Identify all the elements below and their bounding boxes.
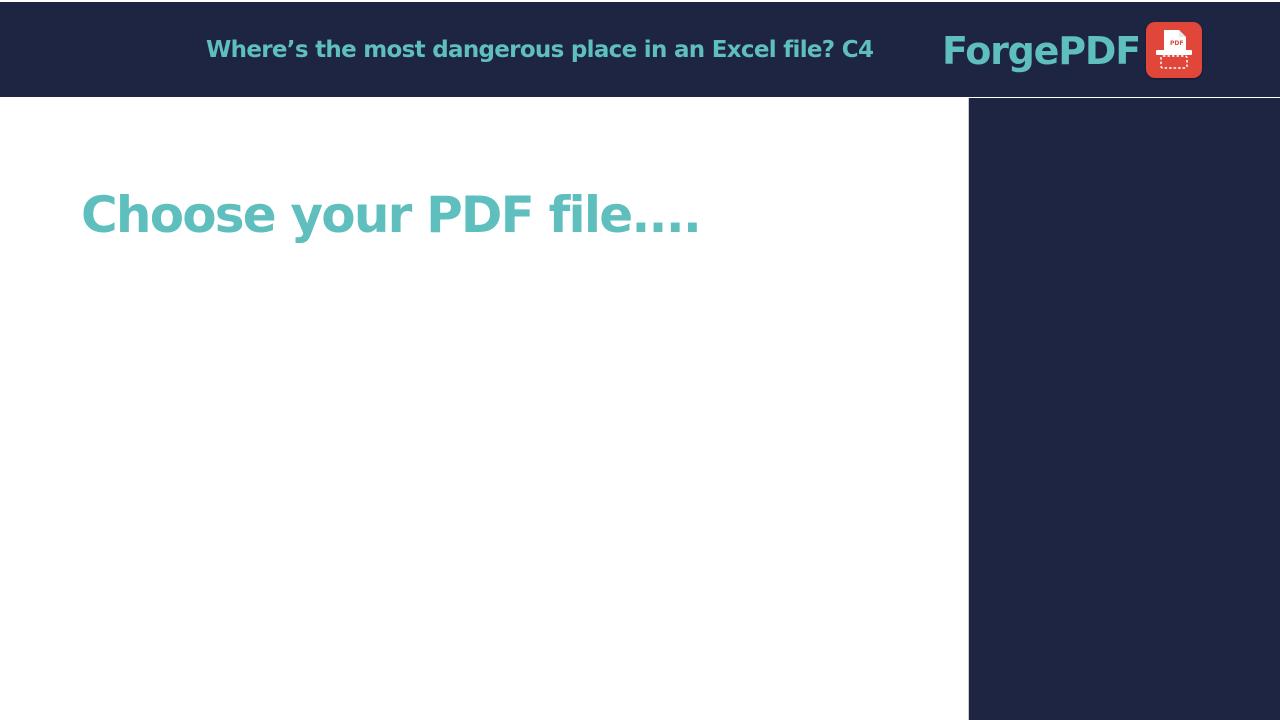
logo-pdf-text: PDF xyxy=(1170,40,1183,47)
main-heading: Choose your PDF file.... xyxy=(81,186,702,244)
pdf-file-icon: PDF xyxy=(1146,22,1202,78)
header-title: Where’s the most dangerous place in an E… xyxy=(206,37,874,63)
scanner-tray xyxy=(1160,55,1188,69)
slide-page: Where’s the most dangerous place in an E… xyxy=(0,0,1280,720)
header-bar: Where’s the most dangerous place in an E… xyxy=(0,2,1280,97)
pdf-logo-graphic: PDF xyxy=(1156,30,1192,69)
page-fold xyxy=(1179,30,1186,37)
brand-name: ForgePDF xyxy=(942,29,1141,73)
scanner-bar xyxy=(1156,50,1192,55)
right-panel xyxy=(968,98,1280,720)
